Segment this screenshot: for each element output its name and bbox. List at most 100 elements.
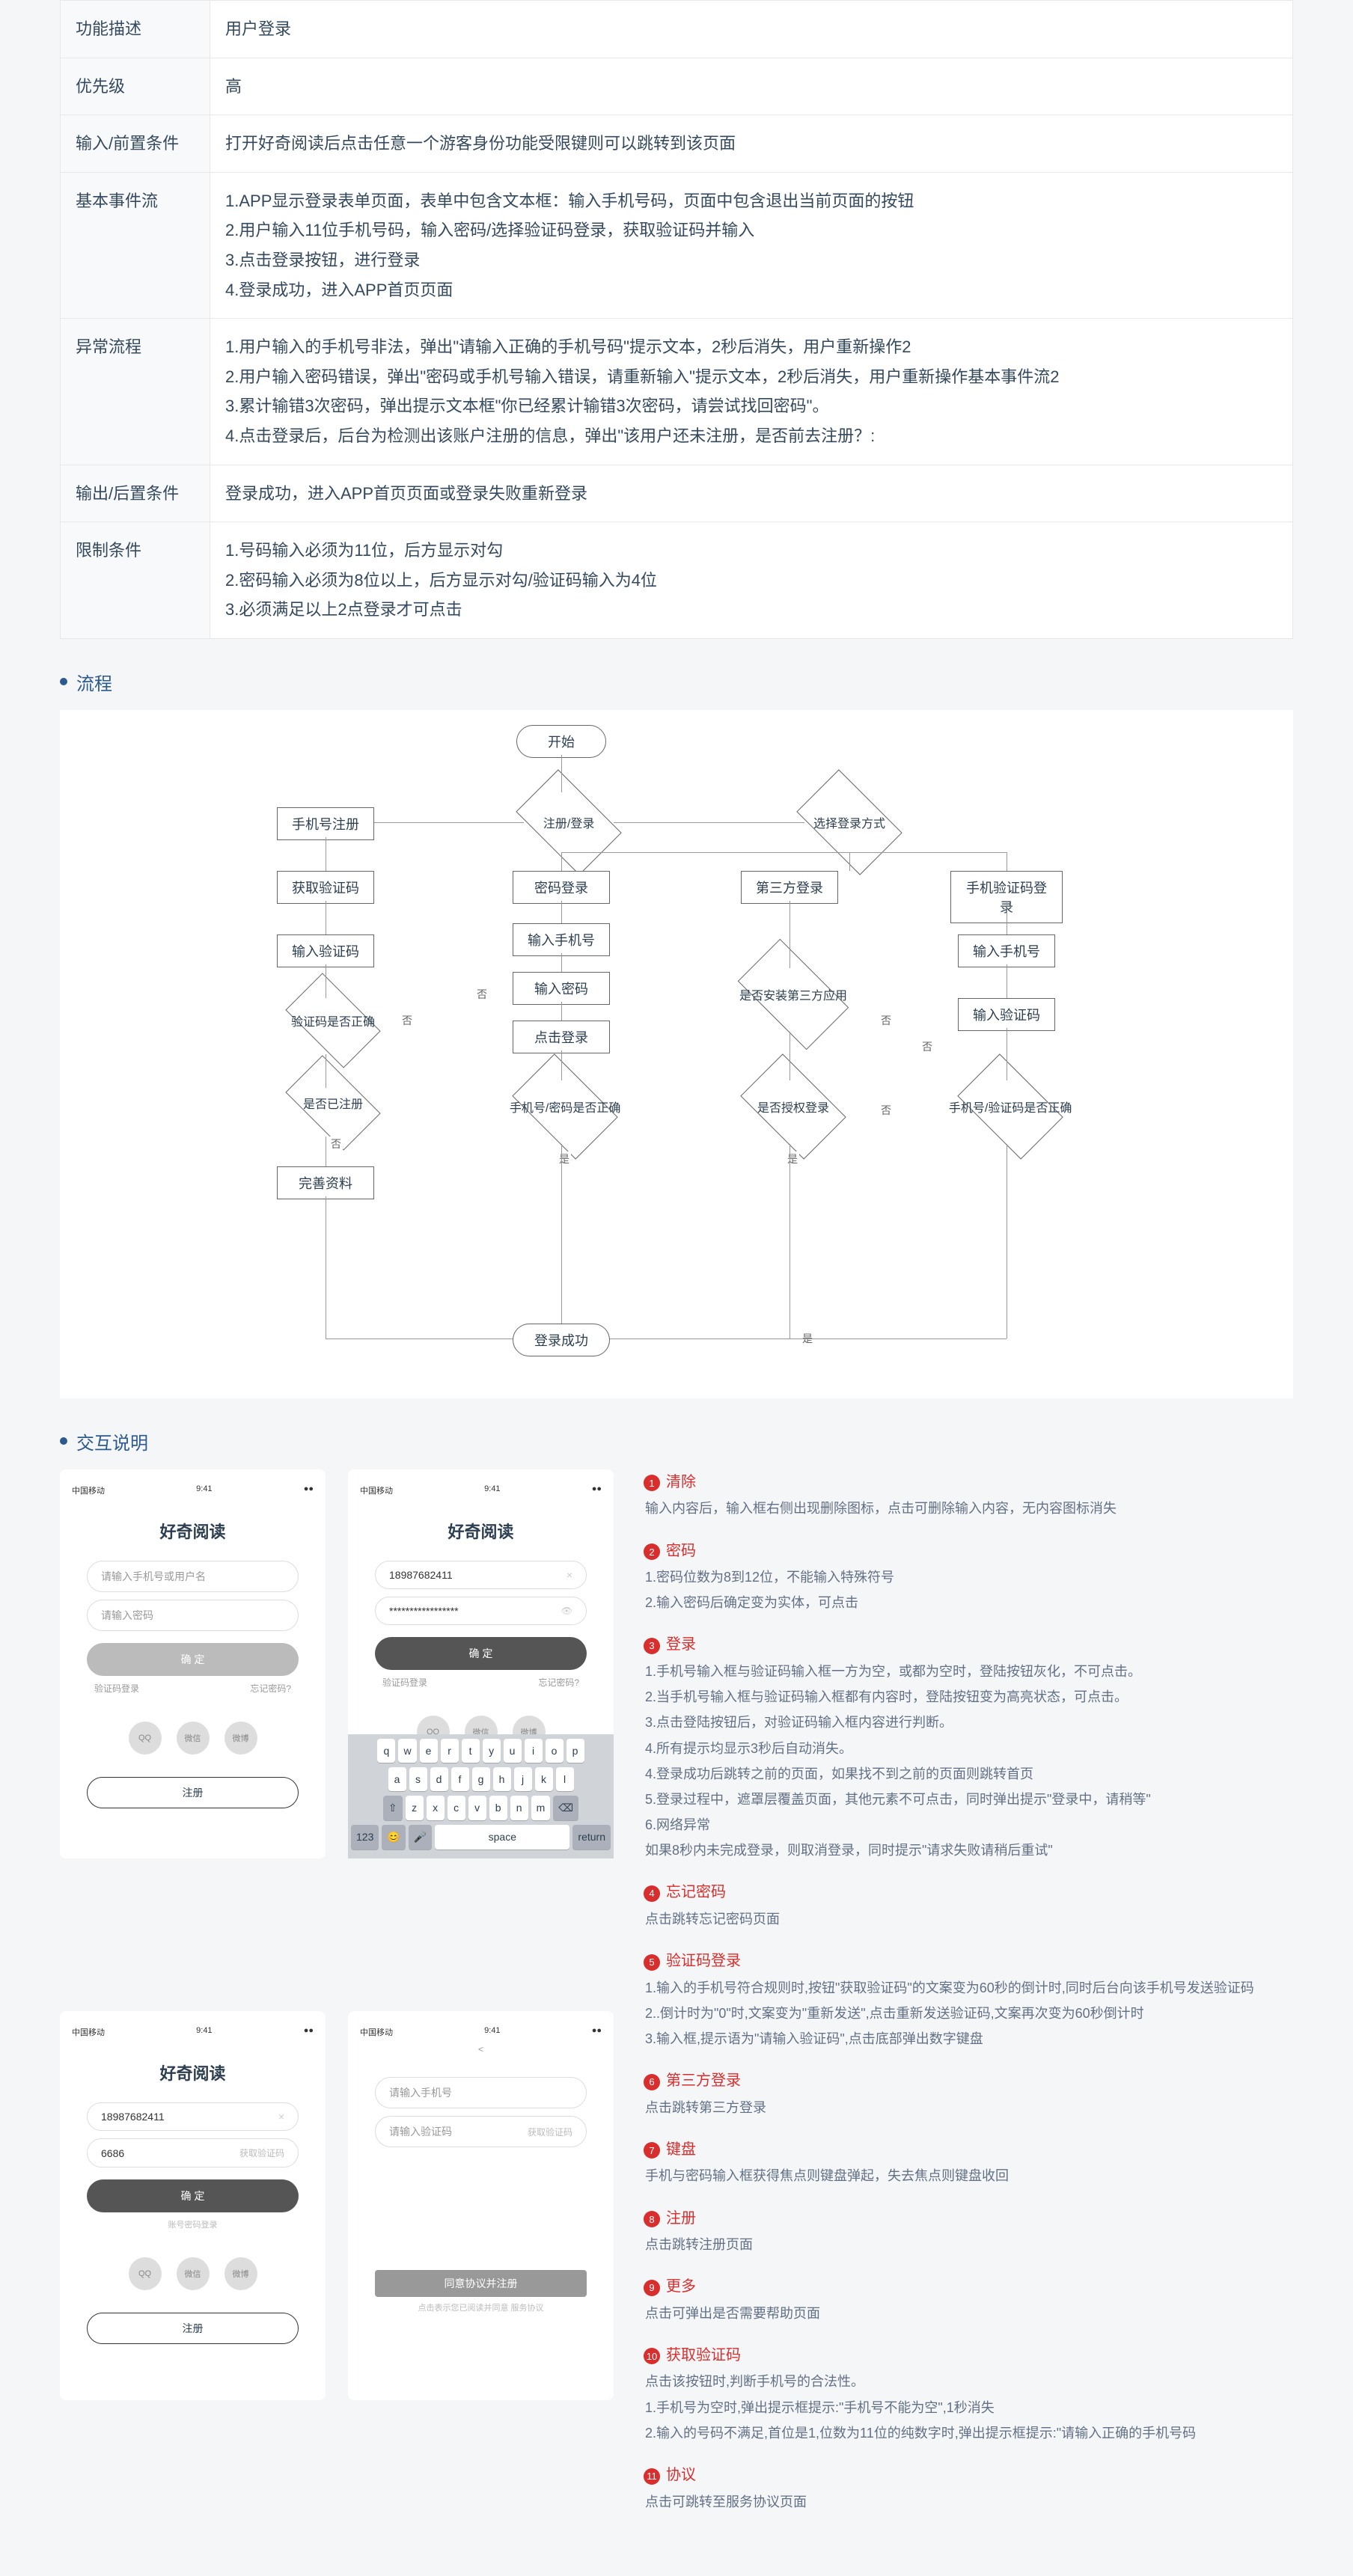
node-phone-reg: 手机号注册 xyxy=(277,807,374,840)
social-wechat[interactable]: 微信 xyxy=(177,2257,210,2290)
social-weibo[interactable]: 微博 xyxy=(225,2257,257,2290)
note-title: 第三方登录 xyxy=(666,2072,741,2089)
password-input[interactable]: 请输入密码 xyxy=(87,1600,299,1631)
mock-register: 中国移动9:41●● < 请输入手机号 请输入验证码 获取验证码 同意协议并注册… xyxy=(348,2011,614,2400)
mock-login-filled: 中国移动9:41●● 好奇阅读 18987682411 × **********… xyxy=(348,1469,614,1858)
node-input-code: 输入验证码 xyxy=(277,934,374,967)
note-title: 键盘 xyxy=(666,2141,696,2158)
social-weibo[interactable]: 微博 xyxy=(225,1722,257,1754)
social-qq[interactable]: QQ xyxy=(129,1722,162,1754)
edge-no: 否 xyxy=(400,1013,414,1028)
social-wechat[interactable]: 微信 xyxy=(177,1722,210,1754)
confirm-button[interactable]: 确 定 xyxy=(87,1643,299,1676)
note-body: 点击跳转忘记密码页面 xyxy=(645,1906,1293,1932)
spec-label: 基本事件流 xyxy=(61,172,210,318)
spec-value: 打开好奇阅读后点击任意一个游客身份功能受限键则可以跳转到该页面 xyxy=(210,115,1293,173)
note-number-badge: 10 xyxy=(644,2348,660,2364)
node-third-auth: 是否授权登录 xyxy=(740,1053,846,1159)
note-number-badge: 9 xyxy=(644,2280,660,2296)
clear-icon[interactable]: × xyxy=(566,1569,572,1581)
confirm-button[interactable]: 确 定 xyxy=(87,2179,299,2212)
phone-input[interactable]: 请输入手机号 xyxy=(375,2077,587,2108)
account-input[interactable]: 请输入手机号或用户名 xyxy=(87,1561,299,1592)
note-title: 清除 xyxy=(666,1474,696,1490)
password-input[interactable]: ***************** 👁 xyxy=(375,1597,587,1625)
node-input-code2: 输入验证码 xyxy=(958,998,1055,1031)
social-qq[interactable]: QQ xyxy=(129,2257,162,2290)
get-code-link[interactable]: 获取验证码 xyxy=(239,2147,284,2159)
spec-value: 1.号码输入必须为11位，后方显示对勾 2.密码输入必须为8位以上，后方显示对勾… xyxy=(210,522,1293,639)
app-title: 好奇阅读 xyxy=(72,1519,314,1543)
section-interaction-title: 交互说明 xyxy=(76,1428,148,1454)
node-code-ok: 验证码是否正确 xyxy=(285,973,380,1068)
keyboard[interactable]: qwertyuiop asdfghjkl ⇧zxcvbnm⌫ 123😊🎤spac… xyxy=(348,1734,614,1858)
note-item: 8 注册点击跳转注册页面 xyxy=(644,2206,1293,2258)
app-title: 好奇阅读 xyxy=(360,1519,602,1543)
phone-input[interactable]: 18987682411 × xyxy=(87,2102,299,2131)
node-fill-info: 完善资料 xyxy=(277,1166,374,1199)
edge-no: 否 xyxy=(879,1103,893,1118)
note-item: 11协议点击可跳转至服务协议页面 xyxy=(644,2462,1293,2515)
edge-no: 否 xyxy=(920,1039,934,1054)
note-item: 9 更多点击可弹出是否需要帮助页面 xyxy=(644,2274,1293,2326)
section-flow-title: 流程 xyxy=(76,669,112,695)
forgot-link[interactable]: 忘记密码? xyxy=(250,1682,291,1695)
node-input-phone: 输入手机号 xyxy=(513,923,610,956)
spec-value: 1.用户输入的手机号非法，弹出"请输入正确的手机号码"提示文本，2秒后消失，用户… xyxy=(210,319,1293,465)
node-input-pwd: 输入密码 xyxy=(513,972,610,1005)
clear-icon[interactable]: × xyxy=(278,2111,284,2123)
sms-login-link[interactable]: 验证码登录 xyxy=(94,1682,139,1695)
forgot-link[interactable]: 忘记密码? xyxy=(538,1676,579,1689)
sms-login-link[interactable]: 验证码登录 xyxy=(382,1676,427,1689)
note-number-badge: 7 xyxy=(644,2142,660,2159)
phone-input[interactable]: 18987682411 × xyxy=(375,1561,587,1589)
spec-label: 输出/后置条件 xyxy=(61,465,210,522)
spec-label: 输入/前置条件 xyxy=(61,115,210,173)
node-success: 登录成功 xyxy=(513,1324,610,1356)
note-item: 1 清除输入内容后，输入框右侧出现删除图标，点击可删除输入内容，无内容图标消失 xyxy=(644,1469,1293,1522)
code-input[interactable]: 6686 获取验证码 xyxy=(87,2138,299,2167)
agree-register-button[interactable]: 同意协议并注册 xyxy=(375,2270,587,2297)
note-body: 点击可弹出是否需要帮助页面 xyxy=(645,2301,1293,2326)
section-interaction-header: 交互说明 xyxy=(60,1428,1293,1454)
confirm-button[interactable]: 确 定 xyxy=(375,1637,587,1670)
edge-yes: 是 xyxy=(786,1151,799,1166)
note-body: 点击跳转第三方登录 xyxy=(645,2095,1293,2120)
get-code-link[interactable]: 获取验证码 xyxy=(528,2126,572,2138)
note-number-badge: 11 xyxy=(644,2468,660,2485)
note-title: 更多 xyxy=(666,2278,696,2295)
note-number-badge: 3 xyxy=(644,1638,660,1654)
edge-yes: 是 xyxy=(558,1151,571,1166)
note-number-badge: 1 xyxy=(644,1475,660,1491)
mockups: 中国移动9:41●● 好奇阅读 请输入手机号或用户名 请输入密码 确 定 验证码… xyxy=(60,1469,614,2531)
note-item: 2密码1.密码位数为8到12位，不能输入特殊符号 2.输入密码后确定变为实体，可… xyxy=(644,1538,1293,1616)
spec-label: 优先级 xyxy=(61,58,210,115)
eye-icon[interactable]: 👁 xyxy=(561,1606,572,1616)
account-pwd-login-link[interactable]: 账号密码登录 xyxy=(72,2218,314,2230)
code-input[interactable]: 请输入验证码 获取验证码 xyxy=(375,2116,587,2147)
bullet-icon xyxy=(60,678,67,685)
spec-value: 登录成功，进入APP首页页面或登录失败重新登录 xyxy=(210,465,1293,522)
note-item: 4忘记密码点击跳转忘记密码页面 xyxy=(644,1879,1293,1932)
terms-hint[interactable]: 点击表示您已阅读并同意 服务协议 xyxy=(360,2301,602,2313)
spec-value: 用户登录 xyxy=(210,1,1293,58)
note-item: 6 第三方登录点击跳转第三方登录 xyxy=(644,2068,1293,2120)
note-body: 输入内容后，输入框右侧出现删除图标，点击可删除输入内容，无内容图标消失 xyxy=(645,1496,1293,1521)
spec-table: 功能描述用户登录优先级高输入/前置条件打开好奇阅读后点击任意一个游客身份功能受限… xyxy=(60,0,1293,639)
note-item: 7键盘手机与密码输入框获得焦点则键盘弹起，失去焦点则键盘收回 xyxy=(644,2137,1293,2189)
interaction-notes: 1 清除输入内容后，输入框右侧出现删除图标，点击可删除输入内容，无内容图标消失 2密… xyxy=(644,1469,1293,2531)
note-title: 协议 xyxy=(666,2467,696,2483)
note-number-badge: 5 xyxy=(644,1954,660,1971)
node-click-login: 点击登录 xyxy=(513,1021,610,1053)
register-button[interactable]: 注册 xyxy=(87,2313,299,2344)
app-title: 好奇阅读 xyxy=(72,2061,314,2084)
note-number-badge: 6 xyxy=(644,2074,660,2090)
note-number-badge: 8 xyxy=(644,2211,660,2227)
note-body: 1.密码位数为8到12位，不能输入特殊符号 2.输入密码后确定变为实体，可点击 xyxy=(645,1564,1293,1615)
spec-label: 异常流程 xyxy=(61,319,210,465)
note-body: 点击该按钮时,判断手机号的合法性。 1.手机号为空时,弹出提示框提示:"手机号不… xyxy=(645,2369,1293,2446)
register-button[interactable]: 注册 xyxy=(87,1777,299,1808)
note-body: 点击跳转注册页面 xyxy=(645,2232,1293,2257)
spec-value: 1.APP显示登录表单页面，表单中包含文本框：输入手机号码，页面中包含退出当前页… xyxy=(210,172,1293,318)
note-title: 注册 xyxy=(666,2210,696,2227)
